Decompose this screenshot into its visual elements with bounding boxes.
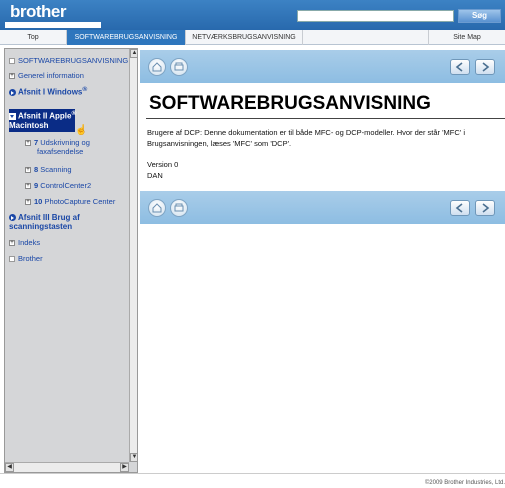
top-nav-bar [140,50,505,83]
tab-top[interactable]: Top [0,30,67,45]
sidebar-item-controlcenter2[interactable]: +9 ControlCenter2 [25,181,91,190]
scroll-up-icon[interactable]: ▲ [130,49,137,58]
tab-netvaerksbrugsanvisning[interactable]: NETVÆRKSBRUGSANVISNING [186,30,303,45]
sidebar-item-label: Afsnit II Apple [18,111,72,121]
chapter-number: 9 [34,181,39,190]
registered-mark: ® [71,110,77,117]
chapter-number: 10 [34,197,43,206]
bottom-nav-bar [140,191,505,224]
sidebar-item-afsnit-macintosh[interactable]: Afsnit II Apple® Macintosh [9,110,76,130]
chevron-down-icon [9,113,16,121]
registered-mark: ® [82,86,88,93]
expand-icon[interactable]: + [25,183,31,190]
scroll-left-icon[interactable]: ◀ [5,463,14,472]
print-icon[interactable] [170,199,188,217]
hand-cursor-icon: ☝ [75,125,88,136]
expand-icon[interactable]: + [25,167,31,174]
sidebar-item-softwarebrugsanvisning[interactable]: SOFTWAREBRUGSANVISNING [9,56,128,65]
sidebar-item-udskrivning[interactable]: +7 Udskrivning og faxafsendelse [25,138,90,156]
sidebar-item-label-line2: Macintosh [9,120,49,130]
page-icon [9,256,15,263]
expand-icon[interactable]: + [9,73,15,80]
tab-site-map[interactable]: Site Map [428,30,505,45]
horizontal-scrollbar[interactable]: ◀ ▶ [5,462,129,472]
search-input[interactable] [297,10,454,22]
sidebar-item-label: Indeks [18,238,41,247]
next-page-button[interactable] [475,200,495,216]
sidebar-item-afsnit-windows[interactable]: Afsnit I Windows® [9,86,87,97]
scroll-right-icon[interactable]: ▶ [120,463,129,472]
sidebar-item-label: Afsnit III Brug af [18,213,80,222]
print-icon[interactable] [170,58,188,76]
scroll-down-icon[interactable]: ▼ [130,453,137,462]
previous-page-button[interactable] [450,200,470,216]
home-icon[interactable] [148,58,166,76]
sidebar-tree: SOFTWAREBRUGSANVISNING + Generel informat… [4,48,138,473]
tab-bar: Top SOFTWAREBRUGSANVISNING NETVÆRKSBRUGS… [0,30,505,45]
sidebar-item-label: Scanning [40,165,72,174]
main-content: SOFTWAREBRUGSANVISNING Brugere af DCP: D… [140,48,505,473]
page-title: SOFTWAREBRUGSANVISNING [149,93,431,114]
next-page-button[interactable] [475,59,495,75]
copyright-text: ©2009 Brother Industries, Ltd. [424,480,505,486]
sidebar-item-label: Afsnit I Windows [18,87,83,97]
brother-logo[interactable]: brother [10,2,67,22]
description-text: Brugere af DCP: Denne dokumentation er t… [147,128,465,148]
expand-icon[interactable]: + [25,199,31,206]
sidebar-item-label: ControlCenter2 [40,181,92,190]
expand-icon[interactable]: + [25,140,31,147]
header-bar: brother Søg [0,0,505,30]
page: brother Søg Top SOFTWAREBRUGSANVISNING N… [0,0,505,488]
vertical-scrollbar[interactable]: ▲ ▼ [129,49,137,462]
sidebar-item-label: Generel information [18,71,84,80]
page-icon [9,58,15,65]
expand-icon[interactable]: + [9,240,15,247]
chapter-number: 7 [34,138,39,147]
chevron-right-icon [9,214,16,222]
search-button[interactable]: Søg [458,9,501,23]
chevron-right-icon [9,89,16,97]
sidebar-item-brother[interactable]: Brother [9,254,43,263]
logo-underline [5,22,101,28]
version-text: Version 0 [147,160,179,169]
sidebar-item-afsnit-scanningstasten[interactable]: Afsnit III Brug af scanningstasten [9,213,80,231]
sidebar-item-photocapture[interactable]: +10 PhotoCapture Center [25,197,115,206]
tab-softwarebrugsanvisning[interactable]: SOFTWAREBRUGSANVISNING [67,30,186,45]
previous-page-button[interactable] [450,59,470,75]
sidebar-item-label: PhotoCapture Center [44,197,116,206]
sidebar-item-label-line2: scanningstasten [9,222,73,231]
title-divider [146,118,505,119]
sidebar-item-label: Udskrivning og [40,138,90,147]
chapter-number: 8 [34,165,39,174]
footer-divider [0,473,505,474]
home-icon[interactable] [148,199,166,217]
sidebar-item-label: Brother [18,254,43,263]
sidebar-item-scanning[interactable]: +8 Scanning [25,165,72,174]
sidebar-item-label: SOFTWAREBRUGSANVISNING [18,56,129,65]
language-text: DAN [147,171,163,180]
sidebar-item-indeks[interactable]: + Indeks [9,238,40,247]
sidebar-item-generel-information[interactable]: + Generel information [9,71,84,80]
sidebar-item-label-line2: faxafsendelse [37,147,84,156]
